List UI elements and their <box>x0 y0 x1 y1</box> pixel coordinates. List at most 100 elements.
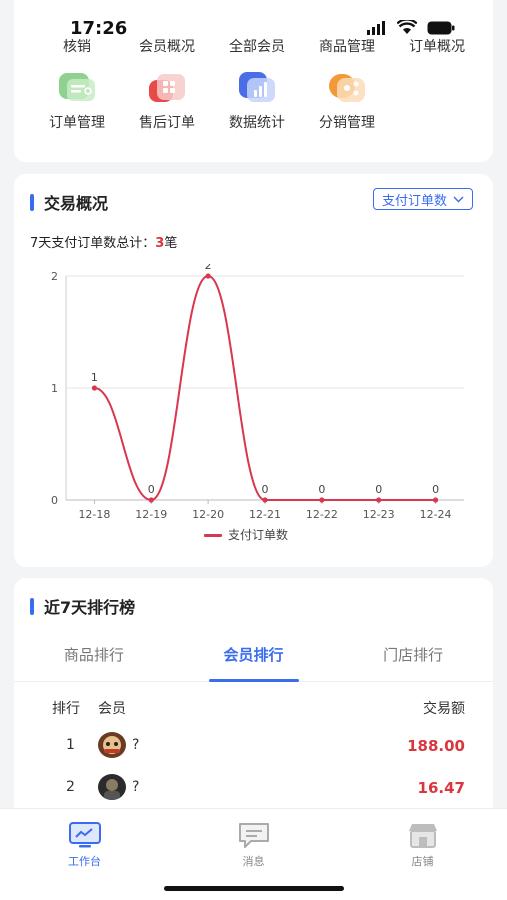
row-member-name: ? <box>132 779 140 795</box>
data-point <box>91 385 98 391</box>
tab-workbench[interactable]: 工作台 <box>0 809 169 900</box>
menu-label: 订单概况 <box>409 39 465 55</box>
data-point <box>262 497 268 503</box>
data-point <box>376 497 382 503</box>
menu-item-member-overview[interactable]: 会员概况 <box>122 10 212 56</box>
menu-label: 售后订单 <box>139 115 195 131</box>
product-management-icon <box>325 10 369 30</box>
section-title-text: 近7天排行榜 <box>44 598 136 617</box>
data-statistics-icon <box>235 70 279 106</box>
dropdown-value: 支付订单数 <box>381 193 447 209</box>
table-row[interactable]: 1 ? 188.00 <box>14 732 493 762</box>
tab-label: 消息 <box>242 855 265 868</box>
total-value: 3 <box>155 236 165 251</box>
tab-label: 商品排行 <box>63 646 124 664</box>
data-label: 0 <box>262 483 269 496</box>
line-chart: 0 1 2 12-18 12-19 12-20 12-21 12-22 12-23 12-24 1 0… <box>51 264 464 542</box>
menu-item-verify[interactable]: 核销 <box>32 10 122 56</box>
order-overview-icon <box>415 10 459 30</box>
after-sales-icon <box>145 70 189 106</box>
total-prefix: 7天支付订单数总计： <box>30 236 156 251</box>
tab-store-ranking[interactable]: 门店排行 <box>333 638 493 681</box>
metric-dropdown[interactable]: 支付订单数 <box>372 188 473 210</box>
chevron-down-icon <box>453 196 464 202</box>
data-label: 0 <box>148 483 155 496</box>
store-icon <box>408 824 437 848</box>
menu-item-order-management[interactable]: 订单管理 <box>32 70 122 132</box>
tab-label: 门店排行 <box>383 646 444 664</box>
all-members-icon <box>235 10 279 30</box>
menu-item-after-sales[interactable]: 售后订单 <box>122 70 212 132</box>
menu-item-product-management[interactable]: 商品管理 <box>302 10 392 56</box>
x-tick-label: 12-24 <box>420 508 452 521</box>
tab-label: 工作台 <box>68 855 101 868</box>
menu-label: 会员概况 <box>139 39 195 55</box>
tab-product-ranking[interactable]: 商品排行 <box>14 638 174 681</box>
trade-overview-card: 交易概况 支付订单数 7天支付订单数总计：3笔 0 1 2 12-18 12-19 12-… <box>14 174 493 567</box>
menu-item-all-members[interactable]: 全部会员 <box>212 10 302 56</box>
menu-label: 数据统计 <box>229 115 285 131</box>
y-tick-label: 0 <box>51 494 58 507</box>
menu-row-1: 核销 会员概况 全部会员 商品管理 订单概况 <box>14 10 493 56</box>
menu-row-2: 订单管理 售后订单 数据统计 分销管理 <box>14 70 493 132</box>
menu-label: 分销管理 <box>319 115 375 131</box>
menu-label: 全部会员 <box>229 39 285 55</box>
data-label: 2 <box>205 264 212 272</box>
data-label: 0 <box>375 483 382 496</box>
menu-label: 订单管理 <box>49 115 105 131</box>
section-marker <box>30 597 34 615</box>
total-suffix: 笔 <box>164 236 178 251</box>
section-title-text: 交易概况 <box>44 194 109 213</box>
distribution-icon <box>325 70 369 106</box>
tab-member-ranking[interactable]: 会员排行 <box>174 638 334 682</box>
x-tick-label: 12-18 <box>78 508 110 521</box>
header-member: 会员 <box>98 701 126 717</box>
avatar <box>98 774 126 800</box>
order-management-icon <box>55 70 99 106</box>
x-tick-label: 12-23 <box>363 508 395 521</box>
tab-underline <box>208 679 299 682</box>
menu-label: 商品管理 <box>319 39 375 55</box>
header-rank: 排行 <box>52 701 80 717</box>
ranking-card: 近7天排行榜 商品排行 会员排行 门店排行 排行 会员 交易额 1 ? 188.… <box>14 578 493 818</box>
x-tick-label: 12-19 <box>135 508 167 521</box>
y-tick-label: 1 <box>51 382 58 395</box>
section-title-ranking: 近7天排行榜 <box>30 594 135 618</box>
row-amount: 16.47 <box>417 779 465 797</box>
menu-item-data-statistics[interactable]: 数据统计 <box>212 70 302 132</box>
menu-card: 核销 会员概况 全部会员 商品管理 订单概况 订单管理 售后订单 数据统计 分销… <box>14 0 493 162</box>
row-amount: 188.00 <box>407 737 465 755</box>
data-point <box>205 273 211 279</box>
legend-swatch <box>204 534 222 537</box>
avatar <box>98 732 126 758</box>
row-member-name: ? <box>132 737 140 753</box>
data-point <box>432 497 439 503</box>
menu-label: 核销 <box>63 39 91 55</box>
section-title-trade: 交易概况 <box>30 190 108 214</box>
message-icon <box>238 823 269 848</box>
section-marker <box>30 193 34 211</box>
home-indicator <box>164 886 344 891</box>
header-amount: 交易额 <box>423 701 465 717</box>
data-point <box>319 497 325 503</box>
data-label: 0 <box>432 483 439 496</box>
ranking-tabs: 商品排行 会员排行 门店排行 <box>14 638 493 682</box>
y-tick-label: 2 <box>51 270 58 283</box>
tab-store[interactable]: 店铺 <box>338 809 507 900</box>
x-tick-label: 12-21 <box>249 508 281 521</box>
legend-label: 支付订单数 <box>228 527 288 542</box>
workbench-icon <box>68 822 101 848</box>
table-row[interactable]: 2 ? 16.47 <box>14 774 493 804</box>
row-rank: 2 <box>66 779 75 795</box>
row-rank: 1 <box>66 737 75 753</box>
verify-icon <box>55 10 99 30</box>
x-tick-label: 12-22 <box>306 508 338 521</box>
member-overview-icon <box>145 10 189 30</box>
menu-item-distribution[interactable]: 分销管理 <box>302 70 392 132</box>
menu-item-order-overview[interactable]: 订单概况 <box>392 10 482 56</box>
order-total: 7天支付订单数总计：3笔 <box>30 232 177 251</box>
data-point <box>148 497 154 503</box>
tab-label: 店铺 <box>411 855 434 868</box>
data-label: 1 <box>91 371 98 384</box>
x-tick-label: 12-20 <box>192 508 224 521</box>
